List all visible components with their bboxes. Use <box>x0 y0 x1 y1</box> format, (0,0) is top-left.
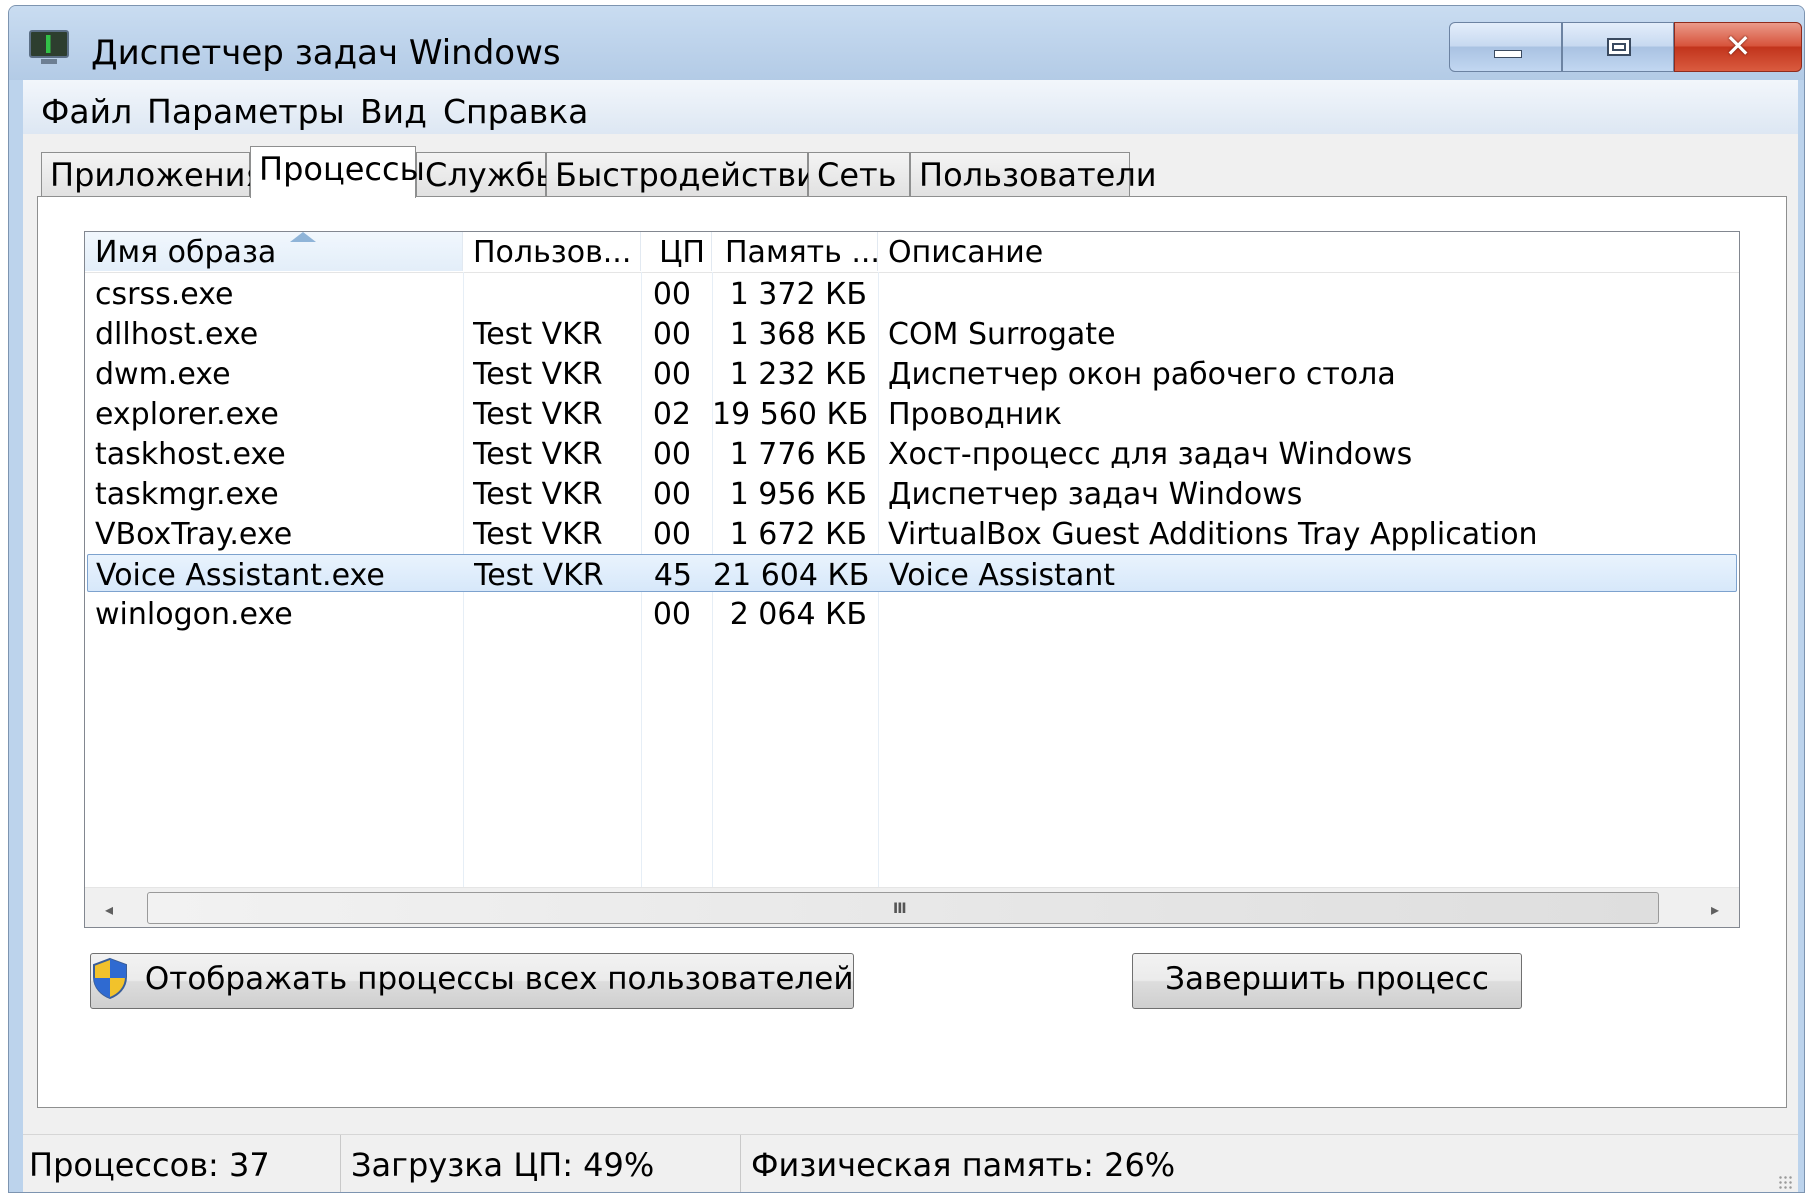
cell-user: Test VKR <box>473 357 603 392</box>
cell-image-name: dllhost.exe <box>95 317 259 352</box>
menu-bar: Файл Параметры Вид Справка <box>23 80 1798 135</box>
cell-image-name: taskmgr.exe <box>95 477 279 512</box>
task-manager-monitor-icon <box>29 30 69 64</box>
tab-services[interactable]: Службы <box>416 152 561 196</box>
task-manager-window: Диспетчер задач Windows ✕ Файл Параметры… <box>8 5 1805 1193</box>
end-process-button[interactable]: Завершить процесс <box>1132 953 1522 1009</box>
cell-memory: 1 368 КБ <box>729 317 867 352</box>
table-row[interactable]: dllhost.exe Test VKR 00 1 368 КБ COM Surroga… <box>87 314 1737 352</box>
status-bar: Процессов: 37 Загрузка ЦП: 49% Физическа… <box>23 1134 1798 1192</box>
tab-users[interactable]: Пользователи <box>910 152 1157 196</box>
cell-description: Voice Assistant <box>889 558 1116 593</box>
status-process-count: Процессов: 37 <box>23 1135 341 1192</box>
table-row[interactable]: dwm.exe Test VKR 00 1 232 КБ Диспетчер окон … <box>87 354 1737 392</box>
cell-cpu: 45 <box>653 558 692 593</box>
table-row[interactable]: taskmgr.exe Test VKR 00 1 956 КБ Диспетчер з… <box>87 474 1737 512</box>
show-all-processes-label: Отображать процессы всех пользователей <box>144 961 854 997</box>
scroll-right-icon[interactable]: ▸ <box>1711 900 1719 919</box>
maximize-button[interactable] <box>1562 22 1674 72</box>
horizontal-scrollbar[interactable]: ◂ III ▸ <box>85 887 1739 927</box>
cell-description: Хост-процесс для задач Windows <box>888 437 1413 472</box>
cell-memory: 1 956 КБ <box>729 477 867 512</box>
cell-memory: 2 064 КБ <box>729 597 867 632</box>
cell-image-name: dwm.exe <box>95 357 231 392</box>
table-row[interactable]: csrss.exe 00 1 372 КБ <box>87 274 1737 312</box>
cell-image-name: Voice Assistant.exe <box>96 558 385 593</box>
menu-view[interactable]: Вид <box>360 92 427 131</box>
tab-network[interactable]: Сеть <box>808 152 910 196</box>
show-all-processes-button[interactable]: Отображать процессы всех пользователей <box>90 953 854 1009</box>
minimize-icon <box>1494 50 1522 58</box>
cell-image-name: VBoxTray.exe <box>95 517 293 552</box>
cell-cpu: 00 <box>652 317 691 352</box>
cell-user: Test VKR <box>473 397 603 432</box>
cell-cpu: 00 <box>652 437 691 472</box>
column-header-label: Имя образа <box>95 235 277 270</box>
cell-memory: 1 672 КБ <box>729 517 867 552</box>
cell-description: COM Surrogate <box>888 317 1116 352</box>
column-header-description[interactable]: Описание <box>878 232 1739 271</box>
scrollbar-thumb[interactable]: III <box>147 892 1659 924</box>
cell-cpu: 00 <box>652 477 691 512</box>
column-header-cpu[interactable]: ЦП <box>641 232 712 271</box>
menu-file[interactable]: Файл <box>41 92 132 131</box>
maximize-icon <box>1607 38 1631 56</box>
column-header-image-name[interactable]: Имя образа <box>85 232 463 271</box>
cell-cpu: 00 <box>652 357 691 392</box>
minimize-button[interactable] <box>1449 22 1562 72</box>
uac-shield-icon <box>93 957 127 999</box>
process-list[interactable]: Имя образа Пользов... ЦП Память ... Опис… <box>84 231 1740 928</box>
tab-processes[interactable]: Процессы <box>250 146 425 198</box>
table-row[interactable]: VBoxTray.exe Test VKR 00 1 672 КБ VirtualBox… <box>87 514 1737 552</box>
close-button[interactable]: ✕ <box>1674 22 1802 72</box>
list-header: Имя образа Пользов... ЦП Память ... Опис… <box>85 232 1739 273</box>
table-row[interactable]: taskhost.exe Test VKR 00 1 776 КБ Хост-проце… <box>87 434 1737 472</box>
table-row[interactable]: winlogon.exe 00 2 064 КБ <box>87 594 1737 632</box>
cell-image-name: taskhost.exe <box>95 437 286 472</box>
cell-user: Test VKR <box>473 517 603 552</box>
menu-options[interactable]: Параметры <box>147 92 345 131</box>
cell-image-name: explorer.exe <box>95 397 279 432</box>
column-header-memory[interactable]: Память ... <box>712 232 878 271</box>
tab-applications[interactable]: Приложения <box>41 152 265 196</box>
cell-memory: 21 604 КБ <box>713 558 868 593</box>
cell-memory: 19 560 КБ <box>712 397 867 432</box>
cell-image-name: csrss.exe <box>95 277 234 312</box>
sort-ascending-icon <box>290 232 316 242</box>
cell-user: Test VKR <box>473 477 603 512</box>
cell-cpu: 00 <box>652 277 691 312</box>
processes-panel: Имя образа Пользов... ЦП Память ... Опис… <box>37 196 1787 1108</box>
cell-user: Test VKR <box>473 437 603 472</box>
cell-memory: 1 232 КБ <box>729 357 867 392</box>
table-row[interactable]: explorer.exe Test VKR 02 19 560 КБ Проводник <box>87 394 1737 432</box>
cell-description: Диспетчер окон рабочего стола <box>888 357 1396 392</box>
status-physical-memory: Физическая память: 26% <box>751 1146 1176 1184</box>
cell-description: VirtualBox Guest Additions Tray Applicat… <box>888 517 1538 552</box>
main-content: Приложения Процессы Службы Быстродействи… <box>23 134 1798 1134</box>
window-title: Диспетчер задач Windows <box>91 33 561 73</box>
cell-description: Проводник <box>888 397 1062 432</box>
cell-memory: 1 372 КБ <box>729 277 867 312</box>
status-cpu-usage: Загрузка ЦП: 49% <box>341 1135 741 1192</box>
tab-performance[interactable]: Быстродействие <box>546 152 837 196</box>
cell-user: Test VKR <box>473 317 603 352</box>
scrollbar-grip-icon: III <box>893 901 907 917</box>
scroll-left-icon[interactable]: ◂ <box>105 900 113 919</box>
cell-image-name: winlogon.exe <box>95 597 293 632</box>
cell-cpu: 00 <box>652 517 691 552</box>
table-row-selected[interactable]: Voice Assistant.exe Test VKR 45 21 604 КБ Vo… <box>87 554 1737 593</box>
cell-memory: 1 776 КБ <box>729 437 867 472</box>
cell-cpu: 02 <box>652 397 691 432</box>
close-icon: ✕ <box>1724 27 1752 65</box>
menu-help[interactable]: Справка <box>443 92 588 131</box>
cell-description: Диспетчер задач Windows <box>888 477 1303 512</box>
resize-grip-icon[interactable] <box>1778 1175 1792 1189</box>
title-bar[interactable]: Диспетчер задач Windows ✕ <box>9 6 1804 80</box>
cell-cpu: 00 <box>652 597 691 632</box>
column-header-user[interactable]: Пользов... <box>463 232 641 271</box>
cell-user: Test VKR <box>474 558 604 593</box>
